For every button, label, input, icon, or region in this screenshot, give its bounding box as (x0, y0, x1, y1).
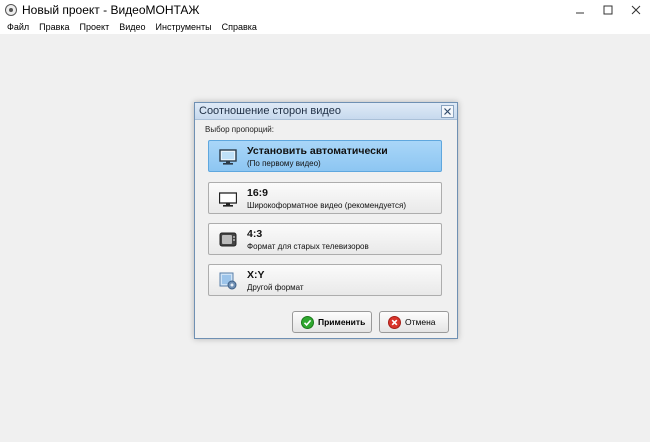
close-icon (631, 5, 641, 15)
cancel-button[interactable]: Отмена (379, 311, 449, 333)
cancel-label: Отмена (405, 317, 436, 327)
option-title: X:Y (247, 269, 265, 281)
maximize-button[interactable] (594, 0, 622, 20)
option-4-3[interactable]: 4:3 Формат для старых телевизоров (208, 223, 442, 255)
menu-project[interactable]: Проект (77, 22, 113, 32)
apply-button[interactable]: Применить (292, 311, 372, 333)
monitor-auto-icon (219, 149, 237, 165)
option-16-9[interactable]: 16:9 Широкоформатное видео (рекомендуетс… (208, 182, 442, 214)
maximize-icon (603, 5, 613, 15)
window-title: Новый проект - ВидеоМОНТАЖ (22, 3, 200, 17)
option-subtitle: (По первому видео) (247, 159, 321, 168)
custom-ratio-icon (219, 272, 237, 290)
menu-file[interactable]: Файл (4, 22, 32, 32)
option-custom[interactable]: X:Y Другой формат (208, 264, 442, 296)
minimize-button[interactable] (566, 0, 594, 20)
dialog-title: Соотношение сторон видео (199, 105, 342, 117)
option-title: 4:3 (247, 228, 263, 240)
menu-help[interactable]: Справка (219, 22, 260, 32)
menu-bar: Файл Правка Проект Видео Инструменты Спр… (0, 20, 650, 34)
dialog-close-button[interactable] (441, 105, 454, 118)
option-subtitle: Широкоформатное видео (рекомендуется) (247, 201, 407, 210)
close-icon (444, 108, 451, 115)
aspect-ratio-dialog: Соотношение сторон видео Выбор пропорций… (194, 102, 458, 339)
apply-label: Применить (318, 317, 366, 327)
option-subtitle: Другой формат (247, 283, 304, 292)
group-label: Выбор пропорций: (205, 125, 274, 134)
app-logo-icon (5, 4, 17, 16)
title-bar: Новый проект - ВидеоМОНТАЖ (0, 0, 650, 21)
checkmark-icon (301, 315, 314, 329)
minimize-icon (576, 12, 584, 14)
menu-video[interactable]: Видео (116, 22, 148, 32)
option-subtitle: Формат для старых телевизоров (247, 242, 369, 251)
close-window-button[interactable] (622, 0, 650, 20)
old-tv-icon (219, 232, 237, 247)
option-auto[interactable]: Установить автоматически (По первому вид… (208, 140, 442, 172)
option-title: 16:9 (247, 187, 269, 199)
menu-edit[interactable]: Правка (36, 22, 72, 32)
option-title: Установить автоматически (247, 145, 388, 157)
dialog-title-bar: Соотношение сторон видео (195, 103, 457, 120)
menu-tools[interactable]: Инструменты (153, 22, 215, 32)
cancel-icon (388, 315, 401, 329)
widescreen-monitor-icon (219, 192, 237, 207)
